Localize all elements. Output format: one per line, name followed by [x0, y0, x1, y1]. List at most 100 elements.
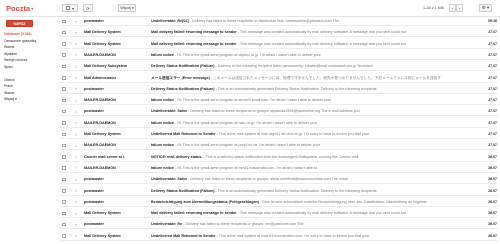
- star-icon[interactable]: ☆: [68, 86, 72, 93]
- important-marker-icon[interactable]: ▸: [75, 41, 77, 47]
- previous-page-button[interactable]: ‹: [449, 4, 456, 12]
- row-checkbox[interactable]: [62, 234, 66, 238]
- important-marker-icon[interactable]: ▸: [75, 143, 77, 149]
- important-marker-icon[interactable]: ▸: [75, 19, 77, 25]
- star-icon[interactable]: ☆: [68, 131, 72, 138]
- refresh-button[interactable]: ⟳: [83, 4, 93, 12]
- more-actions-button[interactable]: Więcej ▾: [118, 4, 136, 12]
- email-row[interactable]: ☆ ▸ MAILER-DAEMON failure notice - Hi. This…: [60, 96, 498, 106]
- email-row[interactable]: ☆ ▸ postmaster Benachrichtigung zum Übermit…: [60, 197, 498, 207]
- star-icon[interactable]: ☆: [68, 120, 72, 127]
- important-marker-icon[interactable]: ▸: [75, 188, 77, 194]
- row-checkbox[interactable]: [62, 87, 66, 91]
- row-checkbox[interactable]: [62, 155, 66, 159]
- star-icon[interactable]: ☆: [68, 165, 72, 172]
- row-checkbox[interactable]: [62, 143, 66, 148]
- sidebar-item[interactable]: Ważne: [0, 44, 57, 50]
- email-row[interactable]: ☆ ▸ Mail Delivery System Undelivered Mail R…: [60, 130, 498, 139]
- email-row[interactable]: ☆ ▸ MAILER-DAEMON failure notice - Hi. This…: [60, 50, 498, 60]
- email-row[interactable]: ☆ ▸ postmaster Delivery Status Notification…: [60, 186, 498, 196]
- row-checkbox[interactable]: [62, 64, 66, 69]
- important-marker-icon[interactable]: ▸: [75, 64, 77, 70]
- next-page-button[interactable]: ›: [456, 4, 463, 12]
- star-icon[interactable]: ☆: [68, 63, 72, 70]
- email-row[interactable]: ☆ ▸ Courier mail server at l. NOTICE: mail …: [60, 152, 498, 162]
- sidebar-item[interactable]: Obecni: [0, 77, 57, 83]
- row-checkbox[interactable]: [62, 177, 66, 182]
- star-icon[interactable]: ☆: [68, 233, 72, 240]
- email-row[interactable]: ☆ ▸ MAILER-DAEMON failure notice - Hi. This…: [60, 141, 498, 151]
- row-checkbox[interactable]: [62, 19, 66, 23]
- email-row[interactable]: ☆ ▸ Mail Delivery Subsystem Delivery Status…: [60, 62, 498, 72]
- email-row[interactable]: ☆ ▸ postmaster Undeliverable: Re - Delivery…: [60, 220, 498, 230]
- star-icon[interactable]: ☆: [68, 41, 72, 48]
- sidebar-item[interactable]: Spam: [0, 64, 57, 70]
- compose-button[interactable]: NAPISZ: [6, 20, 33, 27]
- important-marker-icon[interactable]: ▸: [75, 154, 77, 160]
- settings-button[interactable]: ⚙ ▾: [479, 4, 492, 12]
- row-checkbox[interactable]: [62, 30, 66, 35]
- important-marker-icon[interactable]: ▸: [75, 233, 77, 239]
- important-marker-icon[interactable]: ▸: [75, 109, 77, 115]
- email-row[interactable]: ☆ ▸ Mail Delivery System Mail delivery fail…: [60, 28, 498, 38]
- important-marker-icon[interactable]: ▸: [75, 199, 77, 205]
- important-marker-icon[interactable]: ▸: [75, 165, 77, 171]
- sidebar-item[interactable]: Odebrane (3 031): [0, 31, 57, 37]
- star-icon[interactable]: ☆: [68, 108, 72, 115]
- important-marker-icon[interactable]: ▸: [75, 86, 77, 92]
- star-icon[interactable]: ☆: [68, 176, 72, 183]
- email-row[interactable]: ☆ ▸ postmaster Undeliverable: Salve - Deliv…: [60, 175, 498, 185]
- important-marker-icon[interactable]: ▸: [75, 52, 77, 58]
- row-checkbox[interactable]: [62, 200, 66, 204]
- row-checkbox[interactable]: [62, 222, 66, 227]
- row-checkbox[interactable]: [62, 109, 66, 114]
- important-marker-icon[interactable]: ▸: [75, 75, 77, 81]
- email-row[interactable]: ☆ ▸ MAILER-DAEMON failure notice - Hi. This…: [60, 163, 498, 173]
- sidebar-item[interactable]: Prace: [0, 83, 57, 89]
- row-checkbox[interactable]: [62, 132, 66, 136]
- star-icon[interactable]: ☆: [68, 199, 72, 206]
- row-checkbox[interactable]: [62, 211, 66, 216]
- important-marker-icon[interactable]: ▸: [75, 211, 77, 217]
- app-title[interactable]: Poczta▾: [6, 4, 33, 13]
- row-checkbox[interactable]: [62, 98, 66, 103]
- email-row[interactable]: ☆ ▸ postmaster Undeliverable: Re[01] - Deli…: [60, 17, 498, 26]
- star-icon[interactable]: ☆: [68, 154, 72, 161]
- email-row[interactable]: ☆ ▸ Mail Delivery System Mail delivery fail…: [60, 209, 498, 219]
- email-row[interactable]: ☆ ▸ Mail Administrator メール送信エラー (Error mess…: [60, 73, 498, 83]
- email-row[interactable]: ☆ ▸ postmaster Delivery Status Notification…: [60, 84, 498, 94]
- row-checkbox[interactable]: [62, 76, 66, 80]
- sidebar-item[interactable]: Więcej ▾: [0, 96, 57, 102]
- row-checkbox[interactable]: [62, 189, 66, 193]
- important-marker-icon[interactable]: ▸: [75, 222, 77, 228]
- email-row[interactable]: ☆ ▸ Mail Delivery System Mail delivery fail…: [60, 39, 498, 49]
- sidebar-item[interactable]: Wersje robocze: [0, 57, 57, 63]
- sidebar-item[interactable]: Wysłane: [0, 51, 57, 57]
- star-icon[interactable]: ☆: [68, 97, 72, 104]
- row-checkbox[interactable]: [62, 53, 66, 57]
- star-icon[interactable]: ☆: [68, 221, 72, 228]
- email-preview: Undelivered Mail Returned to Sender - Th…: [151, 232, 476, 240]
- important-marker-icon[interactable]: ▸: [75, 132, 77, 138]
- email-row[interactable]: ☆ ▸ postmaster Undeliverable: Salve - Deliv…: [60, 107, 498, 117]
- select-all-button[interactable]: ▾: [62, 4, 78, 12]
- row-checkbox[interactable]: [62, 42, 66, 46]
- email-date: 26.07: [488, 211, 497, 216]
- star-icon[interactable]: ☆: [68, 18, 72, 25]
- row-checkbox[interactable]: [62, 166, 66, 170]
- sidebar-item[interactable]: Oznaczone gwiazdką: [0, 38, 57, 44]
- sidebar-item[interactable]: Ważne: [0, 90, 57, 96]
- important-marker-icon[interactable]: ▸: [75, 120, 77, 126]
- email-row[interactable]: ☆ ▸ MAILER-DAEMON failure notice - Hi. This…: [60, 118, 498, 128]
- star-icon[interactable]: ☆: [68, 210, 72, 217]
- star-icon[interactable]: ☆: [68, 29, 72, 36]
- email-row[interactable]: ☆ ▸ Mail Delivery System Undelivered Mail R…: [60, 231, 498, 241]
- star-icon[interactable]: ☆: [68, 75, 72, 82]
- star-icon[interactable]: ☆: [68, 142, 72, 149]
- row-checkbox[interactable]: [62, 121, 66, 125]
- important-marker-icon[interactable]: ▸: [75, 30, 77, 36]
- star-icon[interactable]: ☆: [68, 52, 72, 59]
- star-icon[interactable]: ☆: [68, 188, 72, 195]
- important-marker-icon[interactable]: ▸: [75, 177, 77, 183]
- important-marker-icon[interactable]: ▸: [75, 98, 77, 104]
